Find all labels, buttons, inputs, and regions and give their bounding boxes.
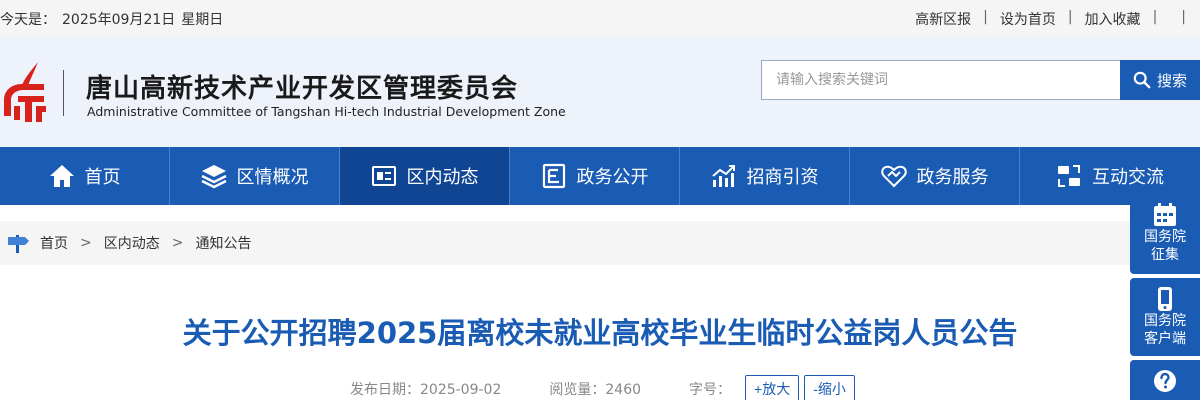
publish-date-label: 发布日期： bbox=[350, 382, 420, 398]
separator: | bbox=[1152, 9, 1158, 25]
site-header: 唐山高新技术产业开发区管理委员会 Administrative Committe… bbox=[0, 36, 1200, 147]
search-button[interactable]: 搜索 bbox=[1120, 60, 1200, 100]
logo-icon[interactable] bbox=[0, 60, 50, 126]
publish-date: 发布日期：2025-09-02 bbox=[350, 379, 501, 399]
link-hitech-news[interactable]: 高新区报 bbox=[915, 9, 971, 29]
news-icon bbox=[371, 166, 396, 186]
nav-item-overview[interactable]: 区情概况 bbox=[170, 147, 340, 205]
exchange-icon bbox=[1058, 165, 1080, 187]
font-size-label: 字号： bbox=[689, 382, 732, 398]
top-links: 高新区报 | 设为首页 | 加入收藏 | | bbox=[915, 9, 1186, 29]
nav-item-services[interactable]: 政务服务 bbox=[850, 147, 1020, 205]
calendar-icon bbox=[1154, 203, 1176, 226]
view-count-label: 阅览量： bbox=[549, 382, 606, 398]
handshake-icon bbox=[880, 165, 907, 188]
top-bar: 今天是： 2025年09月21日 星期日 高新区报 | 设为首页 | 加入收藏 | … bbox=[0, 0, 1200, 36]
link-add-favorite[interactable]: 加入收藏 bbox=[1085, 9, 1141, 29]
nav-label: 政务服务 bbox=[916, 167, 989, 188]
nav-item-gov-affairs[interactable]: 政务公开 bbox=[510, 147, 680, 205]
breadcrumb-separator: > bbox=[80, 235, 92, 251]
nav-label: 互动交流 bbox=[1092, 167, 1164, 188]
separator: | bbox=[983, 9, 988, 25]
nav-label: 首页 bbox=[84, 167, 121, 188]
question-icon bbox=[1154, 370, 1176, 392]
breadcrumb-home[interactable]: 首页 bbox=[40, 233, 68, 253]
separator: | bbox=[1067, 9, 1073, 25]
site-subtitle: Administrative Committee of Tangshan Hi-… bbox=[87, 104, 566, 119]
breadcrumb-news[interactable]: 区内动态 bbox=[104, 233, 160, 253]
site-title: 唐山高新技术产业开发区管理委员会 bbox=[86, 74, 519, 104]
side-label: 客户端 bbox=[1144, 331, 1186, 347]
nav-label: 区情概况 bbox=[236, 167, 309, 188]
nav-label: 区内动态 bbox=[406, 167, 479, 188]
layers-icon bbox=[200, 165, 227, 189]
side-button-state-council-collection[interactable]: 国务院 征集 bbox=[1130, 194, 1200, 274]
date-display: 今天是： 2025年09月21日 星期日 bbox=[0, 9, 229, 29]
view-count-value: 2460 bbox=[605, 382, 642, 398]
phone-icon bbox=[1158, 287, 1172, 311]
chart-icon bbox=[711, 165, 735, 187]
nav-label: 招商引资 bbox=[746, 167, 819, 188]
side-button-help[interactable] bbox=[1130, 360, 1200, 400]
search-button-label: 搜索 bbox=[1156, 71, 1187, 90]
nav-item-investment[interactable]: 招商引资 bbox=[680, 147, 850, 205]
document-icon bbox=[542, 163, 565, 189]
date-value: 2025年09月21日 bbox=[62, 12, 176, 28]
link-set-homepage[interactable]: 设为首页 bbox=[1000, 9, 1056, 29]
side-label: 国务院 bbox=[1144, 313, 1186, 329]
font-shrink-button[interactable]: -缩小 bbox=[804, 375, 855, 400]
article-title: 关于公开招聘2025届离校未就业高校毕业生临时公益岗人员公告 bbox=[182, 316, 1018, 350]
font-enlarge-button[interactable]: +放大 bbox=[745, 375, 800, 400]
separator: | bbox=[1181, 9, 1186, 25]
breadcrumb: 首页 > 区内动态 > 通知公告 bbox=[0, 221, 1200, 265]
search-input[interactable] bbox=[761, 60, 1121, 100]
weekday: 星期日 bbox=[181, 12, 224, 28]
search-icon bbox=[1133, 71, 1151, 89]
article-meta: 发布日期：2025-09-02 阅览量：2460 字号： +放大 -缩小 bbox=[350, 375, 860, 400]
date-prefix: 今天是： bbox=[0, 12, 56, 28]
breadcrumb-notices[interactable]: 通知公告 bbox=[195, 233, 251, 253]
side-button-state-council-app[interactable]: 国务院 客户端 bbox=[1130, 278, 1200, 356]
breadcrumb-separator: > bbox=[171, 235, 184, 251]
nav-item-home[interactable]: 首页 bbox=[0, 147, 170, 205]
nav-item-news[interactable]: 区内动态 bbox=[340, 147, 510, 205]
view-count: 阅览量：2460 bbox=[549, 379, 641, 399]
side-label: 国务院 bbox=[1144, 229, 1186, 245]
nav-label: 政务公开 bbox=[576, 167, 649, 188]
home-icon bbox=[49, 165, 74, 187]
signpost-icon bbox=[8, 235, 29, 253]
publish-date-value: 2025-09-02 bbox=[420, 382, 502, 398]
side-label: 征集 bbox=[1151, 247, 1179, 263]
main-nav: 首页 区情概况 区内动态 政务公开 招商引资 政务服务 互动交流 bbox=[0, 147, 1200, 205]
logo-divider bbox=[63, 70, 64, 116]
